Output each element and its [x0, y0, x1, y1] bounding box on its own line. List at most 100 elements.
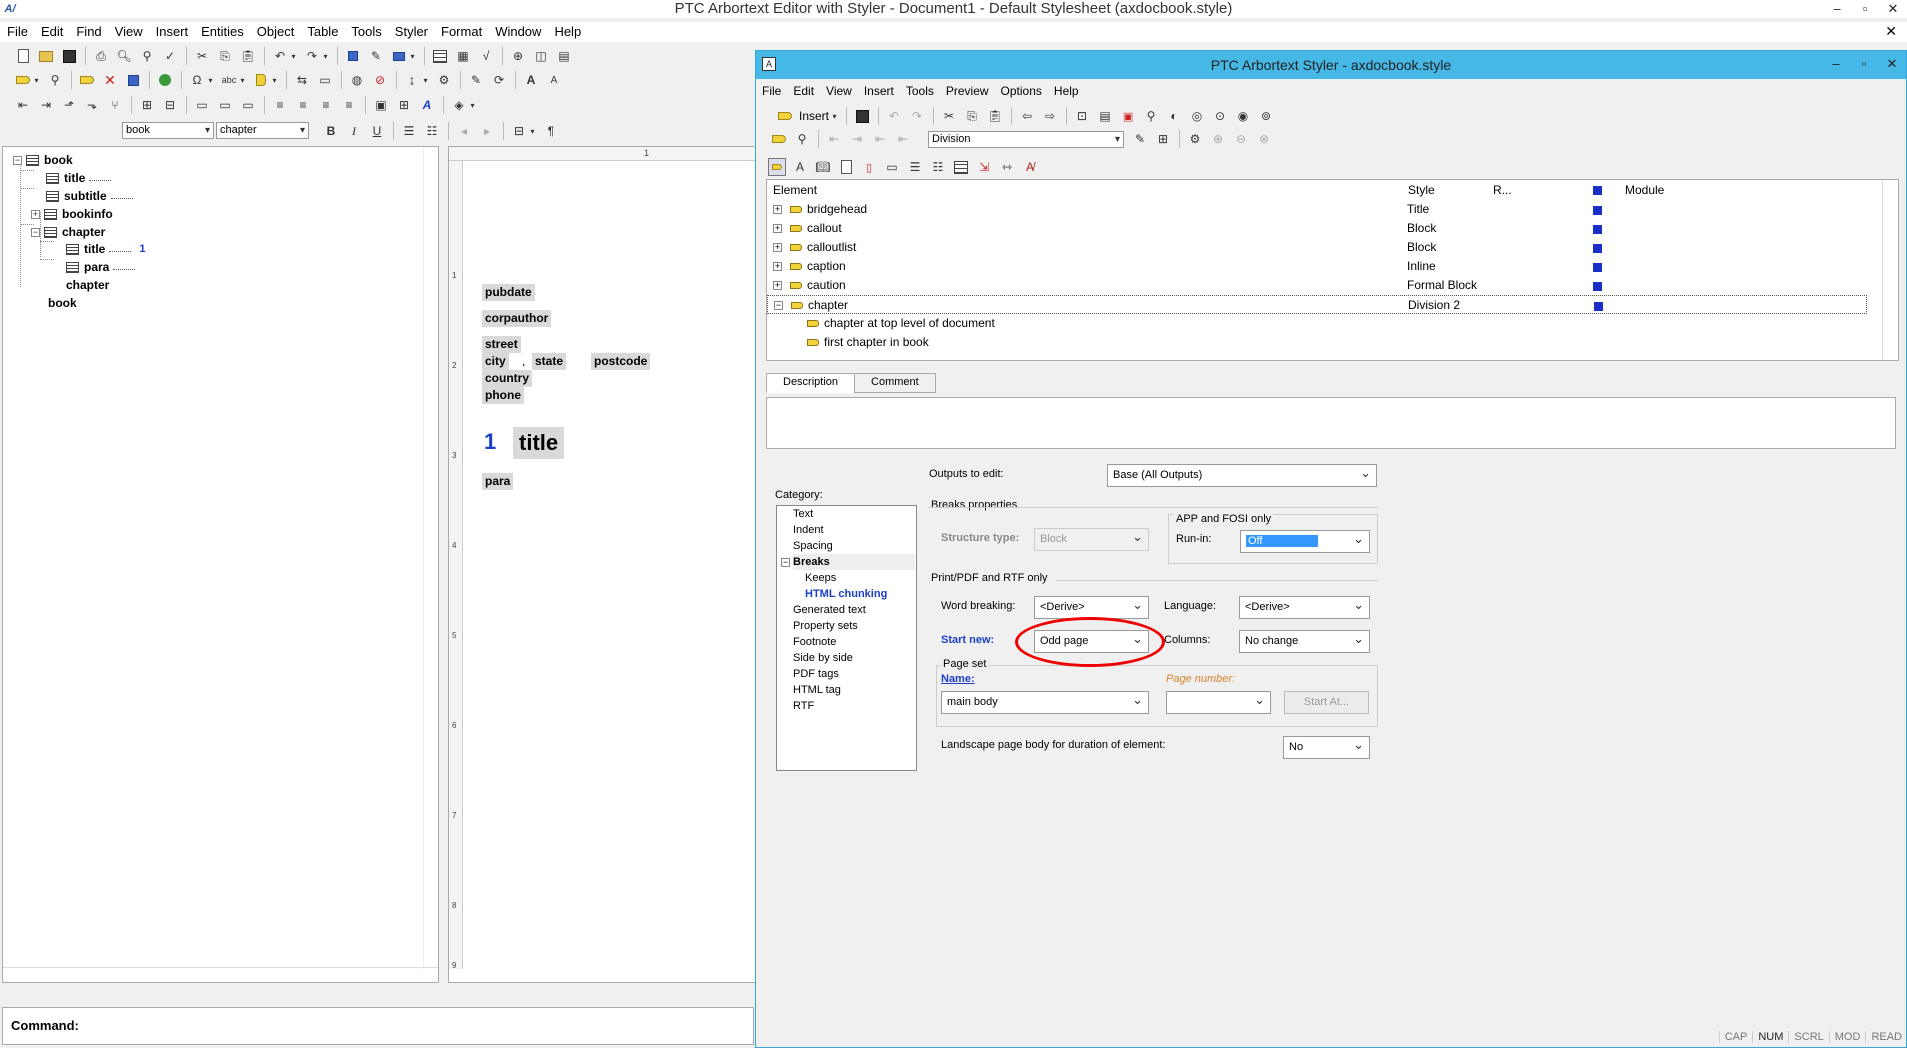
edit-style-icon[interactable]: ✎ [467, 71, 485, 89]
edit-style-icon[interactable]: ✎ [1131, 130, 1149, 148]
insert-button[interactable]: Insert [799, 109, 829, 123]
insert-graphic-icon[interactable]: ▦ [454, 47, 472, 65]
element-view-icon[interactable] [768, 158, 786, 176]
styler-copy-icon[interactable]: ⎘ [963, 107, 981, 125]
context-row[interactable]: chapter at top level of document [767, 314, 1867, 333]
element-combo-chapter[interactable]: chapter [216, 122, 309, 139]
styler-menu-file[interactable]: File [756, 84, 787, 98]
tree-node-title[interactable]: title [46, 170, 112, 186]
styler-menu-view[interactable]: View [820, 84, 858, 98]
styler-redo-icon[interactable]: ↷ [908, 107, 926, 125]
fill-color-dropdown-icon[interactable]: ▾ [469, 96, 476, 114]
maximize-button[interactable]: ▫ [1851, 0, 1879, 18]
tree-node-chapter[interactable]: − chapter [31, 224, 105, 240]
box-1-icon[interactable]: ▭ [193, 96, 211, 114]
styler-menu-insert[interactable]: Insert [858, 84, 900, 98]
description-text-area[interactable] [766, 397, 1896, 449]
tags-display-dropdown-icon[interactable]: ▾ [529, 122, 536, 140]
print-preview-icon[interactable]: ▤ [1096, 107, 1114, 125]
insert-equation-icon[interactable]: √ [477, 47, 495, 65]
spell-abc-icon[interactable]: abc [220, 71, 238, 89]
start-at-button[interactable]: Start At... [1284, 691, 1369, 714]
book-icon[interactable]: 📖︎ [814, 158, 832, 176]
tree-node-chapter-end[interactable]: chapter [66, 277, 109, 293]
numbered-list-icon[interactable]: ☰ [400, 122, 418, 140]
element-tree-icon[interactable] [770, 130, 788, 148]
expand-icon[interactable]: + [773, 262, 782, 271]
tree-node-chapter-title[interactable]: title 1 [66, 241, 145, 257]
para-tag[interactable]: para [482, 473, 514, 490]
context-row[interactable]: first chapter in book [767, 333, 1867, 352]
numbered-icon[interactable]: ☷ [929, 158, 947, 176]
link-icon[interactable]: ⇆ [293, 71, 311, 89]
minimize-button[interactable]: – [1823, 0, 1851, 18]
redo-dropdown-icon[interactable]: ▾ [322, 47, 329, 65]
language-select[interactable]: <Derive> [1239, 594, 1370, 619]
styler-menu-tools[interactable]: Tools [900, 84, 940, 98]
web-preview-icon[interactable]: ⊙ [1211, 107, 1229, 125]
fill-color-icon[interactable]: ◈ [450, 96, 468, 114]
underline-button[interactable]: U [368, 122, 386, 140]
column-header-element[interactable]: Element [773, 183, 817, 197]
help-preview-icon[interactable]: ◉ [1234, 107, 1252, 125]
insert-table-icon[interactable] [431, 47, 449, 65]
back-icon[interactable]: ⇦ [1018, 107, 1036, 125]
previous-icon[interactable]: ◂ [455, 122, 473, 140]
demote-icon[interactable]: ⬎ [83, 96, 101, 114]
edit-tag-icon[interactable] [78, 71, 96, 89]
column-header-module[interactable]: Module [1625, 183, 1664, 197]
styler-save-icon[interactable] [853, 107, 871, 125]
add-condition-icon[interactable]: ⊕ [1209, 130, 1227, 148]
close-button[interactable]: ✕ [1879, 0, 1907, 18]
styler-menu-edit[interactable]: Edit [787, 84, 820, 98]
chapter-title-tag[interactable]: title [513, 427, 565, 459]
line-spacing-dropdown-icon[interactable]: ▾ [422, 71, 429, 89]
styler-menu-help[interactable]: Help [1048, 84, 1085, 98]
menu-insert[interactable]: Insert [149, 22, 195, 42]
bulleted-list-icon[interactable]: ☷ [423, 122, 441, 140]
collapse-icon[interactable]: − [774, 301, 783, 310]
html-preview-icon[interactable]: ◎ [1188, 107, 1206, 125]
box-2-icon[interactable]: ▭ [216, 96, 234, 114]
condition-options-icon[interactable]: ⊗ [1255, 130, 1273, 148]
styler-paste-icon[interactable]: 📋︎ [986, 107, 1004, 125]
category-footnote[interactable]: Footnote [793, 634, 836, 650]
delete-markup-icon[interactable]: ✕ [101, 71, 119, 89]
entity-dropdown-icon[interactable]: ▾ [271, 71, 278, 89]
paste-icon[interactable]: 📋︎ [239, 47, 257, 65]
browse-icon[interactable]: ◍ [348, 71, 366, 89]
style-type-combo[interactable]: Division [928, 131, 1124, 148]
expand-icon[interactable]: + [773, 205, 782, 214]
category-list[interactable]: Text Indent Spacing − Breaks Keeps HTML … [776, 505, 917, 771]
menu-file[interactable]: File [0, 22, 34, 42]
cut-icon[interactable]: ✂ [193, 47, 211, 65]
search-icon[interactable]: ⚲ [1142, 107, 1160, 125]
category-side-by-side[interactable]: Side by side [793, 650, 853, 666]
pdf-preview-icon[interactable]: ▣ [1119, 107, 1137, 125]
zoom-icon[interactable]: ⊕ [509, 47, 527, 65]
outdent-icon[interactable]: ⇤ [871, 130, 889, 148]
postcode-tag[interactable]: postcode [591, 353, 651, 370]
phone-tag[interactable]: phone [482, 387, 524, 404]
corpauthor-tag[interactable]: corpauthor [482, 310, 552, 327]
city-tag[interactable]: city [482, 353, 509, 370]
remove-condition-icon[interactable]: ⊖ [1232, 130, 1250, 148]
insert-dropdown-icon[interactable]: ▾ [831, 107, 838, 125]
block-icon[interactable]: ▭ [883, 158, 901, 176]
page-number-select[interactable] [1166, 689, 1271, 714]
xref-icon[interactable]: ⇲ [975, 158, 993, 176]
outdent-2-icon[interactable]: ⇤ [894, 130, 912, 148]
expand-icon[interactable]: + [31, 209, 40, 219]
state-tag[interactable]: state [532, 353, 567, 370]
run-in-select[interactable]: Off [1240, 528, 1370, 553]
unindent-icon[interactable]: ⇤ [825, 130, 843, 148]
menu-tools[interactable]: Tools [344, 22, 387, 42]
tag-insert-dropdown-icon[interactable]: ▾ [33, 71, 40, 89]
styler-minimize-button[interactable]: – [1822, 51, 1850, 79]
category-html-chunking[interactable]: HTML chunking [805, 586, 887, 602]
publish-icon[interactable]: ⊚ [1257, 107, 1275, 125]
page-set-name-select[interactable]: main body [941, 689, 1149, 714]
font-style-icon[interactable]: A [418, 96, 436, 114]
expand-icon[interactable]: + [773, 224, 782, 233]
country-tag[interactable]: country [482, 370, 533, 387]
